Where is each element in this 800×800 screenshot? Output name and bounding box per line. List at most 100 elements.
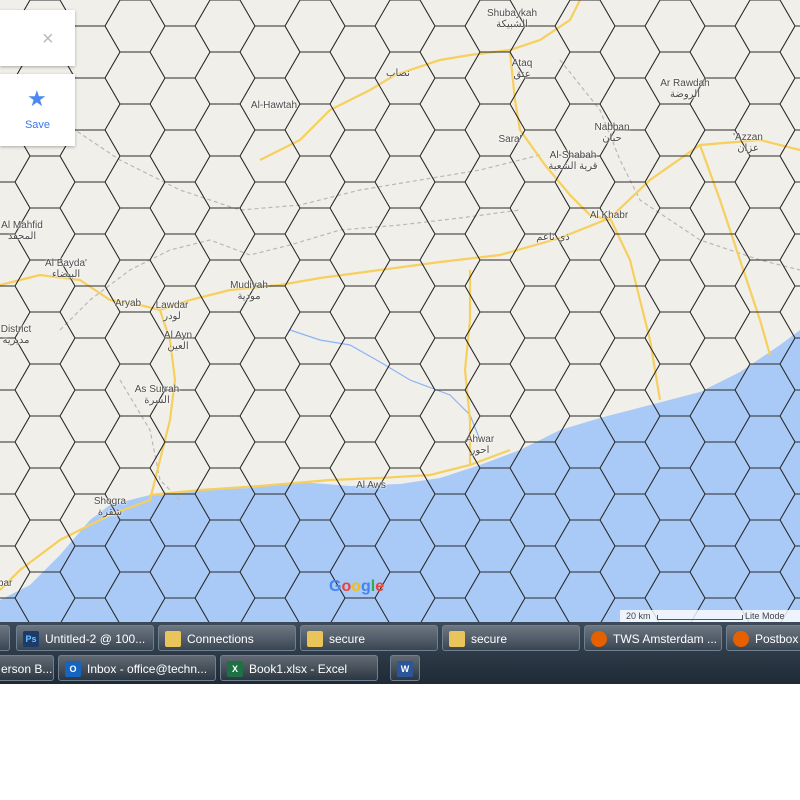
place-name: Shubaykah — [486, 8, 538, 19]
taskbar-label: Postbox — [755, 632, 799, 646]
place-name-arabic: احور — [470, 445, 490, 456]
save-button[interactable]: ★ Save — [0, 74, 75, 146]
hex-cell — [0, 493, 31, 547]
hex-cell — [734, 51, 796, 105]
hex-cell — [104, 415, 166, 469]
hex-cell — [239, 129, 301, 183]
place-label: Ar Rawdah الروضة — [660, 78, 709, 100]
excel-icon: X — [227, 661, 243, 677]
taskbar-item-person[interactable]: erson B... — [0, 655, 54, 681]
logo-letter-6: e — [375, 578, 385, 595]
place-name-arabic: شقرة — [97, 507, 123, 518]
hex-cell — [779, 181, 800, 235]
hex-cell — [374, 259, 436, 313]
hex-cell — [59, 389, 121, 443]
hex-cell — [374, 155, 436, 209]
taskbar-item-firefox[interactable]: TWS Amsterdam ... — [584, 625, 722, 651]
place-label: Lawdar لودر — [156, 300, 189, 322]
taskbar-item-postbox[interactable]: Postbox — [726, 625, 800, 651]
place-label: نصاب — [386, 68, 410, 79]
place-label: Mudiyah مودية — [230, 280, 268, 302]
hex-cell — [329, 129, 391, 183]
taskbar-label: secure — [471, 632, 508, 646]
taskbar-label: Book1.xlsx - Excel — [249, 662, 348, 676]
hex-cell — [59, 337, 121, 391]
hex-cell — [419, 77, 481, 131]
place-name: Shogra — [93, 496, 127, 507]
place-label: Aryab — [115, 298, 141, 309]
hex-cell — [554, 259, 616, 313]
hex-cell — [14, 467, 76, 521]
taskbar-item-connections[interactable]: Connections — [158, 625, 296, 651]
hex-cell — [374, 0, 436, 53]
firefox-icon — [591, 631, 607, 647]
hex-cell — [689, 181, 751, 235]
taskbar-item-excel[interactable]: X Book1.xlsx - Excel — [220, 655, 378, 681]
hex-cell — [104, 51, 166, 105]
lite-mode-label[interactable]: Lite Mode — [745, 611, 785, 621]
hex-cell — [0, 389, 31, 443]
hex-cell — [59, 545, 121, 599]
hex-cell — [329, 181, 391, 235]
hex-cell — [509, 441, 571, 495]
place-label: Shubaykah الشبيكة — [487, 8, 537, 30]
hex-cell — [59, 285, 121, 339]
scale-line — [657, 615, 743, 620]
hex-cell — [644, 207, 706, 261]
taskbar-item-secure-1[interactable]: secure — [300, 625, 438, 651]
close-icon[interactable]: × — [42, 28, 54, 51]
hex-cell — [734, 467, 796, 521]
taskbar-label: erson B... — [1, 662, 53, 676]
place-name: Ataq — [511, 58, 533, 69]
map-view[interactable]: × ★ Save Shubaykah الشبيكة نصاب Ataq عتق Ar R… — [0, 0, 800, 622]
hex-cell — [734, 519, 796, 573]
hex-cell — [239, 389, 301, 443]
hex-cell — [194, 363, 256, 417]
star-icon: ★ — [27, 86, 47, 111]
hex-cell — [104, 0, 166, 53]
hex-cell — [464, 519, 526, 573]
place-name-arabic: حبان — [602, 133, 622, 144]
taskbar-item-photoshop[interactable]: Ps Untitled-2 @ 100... — [16, 625, 154, 651]
hex-cell — [509, 181, 571, 235]
hex-cell — [194, 415, 256, 469]
taskbar-item-word[interactable]: W — [390, 655, 420, 681]
hex-cell — [194, 51, 256, 105]
hex-cell — [374, 415, 436, 469]
taskbar-item-edge[interactable] — [0, 625, 10, 651]
logo-letter-2: o — [341, 578, 352, 595]
place-name: Aryab — [114, 298, 142, 309]
taskbar-item-outlook[interactable]: O Inbox - office@techn... — [58, 655, 216, 681]
place-label: Al Aws — [356, 480, 386, 491]
place-name-arabic: لودر — [163, 311, 181, 322]
hex-cell — [374, 519, 436, 573]
hex-cell — [734, 0, 796, 53]
hex-cell — [599, 0, 661, 27]
hex-cell — [554, 467, 616, 521]
hex-cell — [689, 389, 751, 443]
place-name: Al Khabr — [589, 210, 629, 221]
hex-cell — [419, 337, 481, 391]
hex-cell — [330, 597, 390, 622]
hex-cell — [194, 155, 256, 209]
hex-cell — [464, 259, 526, 313]
taskbar-item-secure-2[interactable]: secure — [442, 625, 580, 651]
hex-cell — [464, 207, 526, 261]
hex-cell — [779, 493, 800, 547]
hex-cell — [779, 77, 800, 131]
place-name: Al Bayda' — [45, 258, 87, 269]
hex-cell — [554, 51, 616, 105]
hex-cell — [554, 519, 616, 573]
place-name-arabic: مديرية — [2, 335, 30, 346]
hex-cell — [734, 363, 796, 417]
place-name: Ar Rawdah — [660, 78, 710, 89]
hex-cell — [374, 467, 436, 521]
place-label: ذي ناعم — [536, 232, 570, 243]
place-name: As Surrah — [134, 384, 180, 395]
hex-cell — [644, 415, 706, 469]
place-name: 'Azzan — [733, 132, 763, 143]
hex-cell — [329, 0, 391, 27]
place-name: District — [0, 324, 32, 335]
hex-cell — [419, 493, 481, 547]
hex-cell — [284, 363, 346, 417]
